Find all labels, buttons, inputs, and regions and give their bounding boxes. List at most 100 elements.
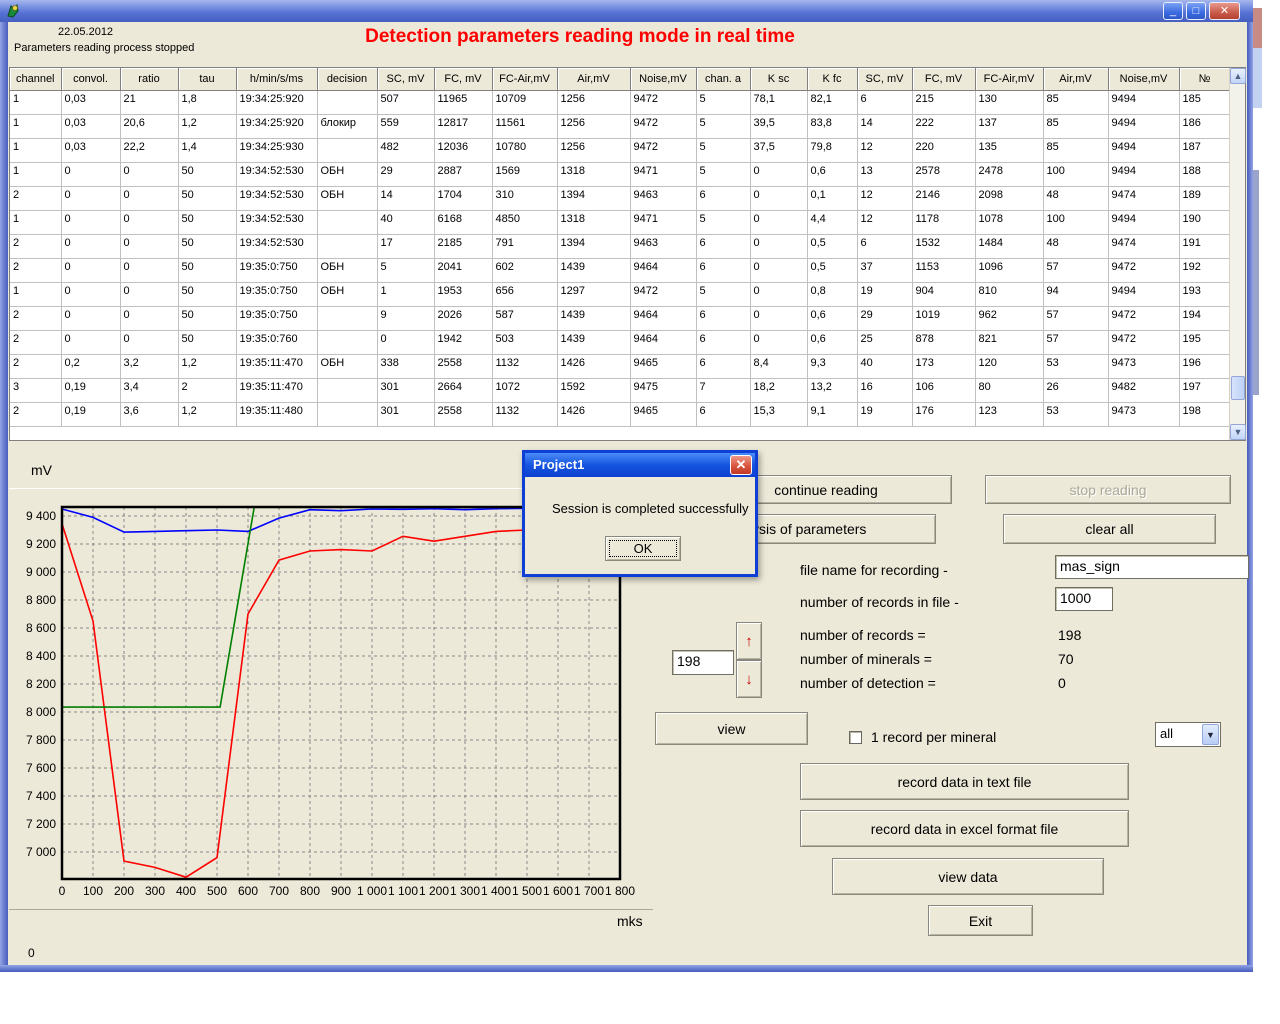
- record-text-file-button[interactable]: record data in text file: [800, 763, 1129, 800]
- table-cell: 9463: [630, 186, 696, 210]
- table-cell: 83,8: [807, 114, 857, 138]
- table-cell: 2185: [434, 234, 492, 258]
- table-cell: 4850: [492, 210, 557, 234]
- exit-button[interactable]: Exit: [928, 905, 1033, 936]
- column-header: Noise,mV: [630, 68, 696, 90]
- chevron-down-icon[interactable]: ▼: [1202, 724, 1219, 745]
- table-cell: 100: [1043, 162, 1108, 186]
- table-cell: 0: [750, 210, 807, 234]
- chart-tick-label: 700: [269, 884, 289, 898]
- table-row[interactable]: 1005019:34:52:530ОБН29288715691318947150…: [10, 162, 1230, 186]
- table-cell: 82,1: [807, 90, 857, 114]
- table-row[interactable]: 10,03211,819:34:25:920507119651070912569…: [10, 90, 1230, 114]
- table-cell: 310: [492, 186, 557, 210]
- chart-tick-label: 900: [331, 884, 351, 898]
- table-cell: 37,5: [750, 138, 807, 162]
- scroll-up-icon[interactable]: ▲: [1230, 68, 1246, 84]
- table-cell: 0: [120, 210, 178, 234]
- table-cell: 14: [377, 186, 434, 210]
- table-cell: 222: [912, 114, 975, 138]
- table-cell: 20,6: [120, 114, 178, 138]
- table-row[interactable]: 1005019:34:52:530406168485013189471504,4…: [10, 210, 1230, 234]
- table-cell: 1078: [975, 210, 1043, 234]
- table-cell: 9463: [630, 234, 696, 258]
- table-cell: 173: [912, 354, 975, 378]
- maximize-button[interactable]: □: [1186, 2, 1206, 20]
- vertical-scrollbar[interactable]: ▲ ▼: [1229, 68, 1245, 440]
- table-cell: 0: [120, 162, 178, 186]
- table-row[interactable]: 2005019:35:0:750ОБН5204160214399464600,5…: [10, 258, 1230, 282]
- table-cell: 2558: [434, 402, 492, 426]
- column-header: Air,mV: [557, 68, 630, 90]
- table-row[interactable]: 2005019:35:0:7600194250314399464600,6258…: [10, 330, 1230, 354]
- title-bar[interactable]: _ □ ✕: [0, 0, 1253, 22]
- records-in-file-label: number of records in file -: [800, 594, 959, 610]
- table-row[interactable]: 2005019:34:52:530ОБН14170431013949463600…: [10, 186, 1230, 210]
- table-cell: 12817: [434, 114, 492, 138]
- table-cell: 1569: [492, 162, 557, 186]
- table-row[interactable]: 10,0322,21,419:34:25:9304821203610780125…: [10, 138, 1230, 162]
- table-cell: 0,6: [807, 330, 857, 354]
- chart-tick-label: 7 600: [26, 761, 56, 775]
- records-in-file-input[interactable]: 1000: [1055, 587, 1113, 611]
- table-cell: 1: [10, 162, 61, 186]
- scrollbar-thumb[interactable]: [1231, 376, 1245, 400]
- close-button[interactable]: ✕: [1209, 2, 1240, 20]
- table-cell: 9474: [1108, 234, 1179, 258]
- table-row[interactable]: 20,23,21,219:35:11:470ОБН338255811321426…: [10, 354, 1230, 378]
- table-cell: ОБН: [317, 162, 377, 186]
- table-cell: 9472: [630, 138, 696, 162]
- table-row[interactable]: 30,193,4219:35:11:4703012664107215929475…: [10, 378, 1230, 402]
- table-row[interactable]: 10,0320,61,219:34:25:920блокир5591281711…: [10, 114, 1230, 138]
- table-cell: 19:34:25:930: [236, 138, 317, 162]
- table-cell: 220: [912, 138, 975, 162]
- table-cell: 0: [61, 282, 120, 306]
- table-cell: 1096: [975, 258, 1043, 282]
- one-record-per-mineral-label: 1 record per mineral: [871, 729, 996, 745]
- spin-up-button[interactable]: ↑: [736, 622, 762, 660]
- dialog-close-icon[interactable]: ✕: [730, 455, 752, 475]
- table-cell: [317, 210, 377, 234]
- table-cell: 50: [178, 282, 236, 306]
- chart-y-axis-label: mV: [31, 462, 52, 478]
- one-record-per-mineral-checkbox[interactable]: [849, 731, 862, 744]
- table-cell: 0,19: [61, 402, 120, 426]
- table-cell: 9,3: [807, 354, 857, 378]
- table-cell: 50: [178, 210, 236, 234]
- table-row[interactable]: 2005019:34:52:53017218579113949463600,56…: [10, 234, 1230, 258]
- table-cell: 0,8: [807, 282, 857, 306]
- chart-tick-label: 9 000: [26, 565, 56, 579]
- clear-all-button[interactable]: clear all: [1003, 514, 1216, 544]
- table-cell: ОБН: [317, 282, 377, 306]
- chart-tick-label: 1 700: [574, 884, 604, 898]
- minimize-button[interactable]: _: [1163, 2, 1183, 20]
- table-cell: 137: [975, 114, 1043, 138]
- filter-dropdown[interactable]: all ▼: [1155, 722, 1221, 747]
- scroll-down-icon[interactable]: ▼: [1230, 424, 1246, 440]
- dialog-ok-button[interactable]: OK: [605, 536, 681, 561]
- record-index-input[interactable]: 198: [672, 650, 734, 675]
- table-cell: 39,5: [750, 114, 807, 138]
- table-cell: 0: [120, 234, 178, 258]
- view-button[interactable]: view: [655, 712, 808, 745]
- table-cell: 0: [120, 330, 178, 354]
- spin-down-button[interactable]: ↓: [736, 660, 762, 698]
- view-data-button[interactable]: view data: [832, 858, 1104, 895]
- table-cell: 0: [61, 162, 120, 186]
- record-excel-file-button[interactable]: record data in excel format file: [800, 810, 1129, 847]
- data-grid[interactable]: channelconvol.ratiotauh/min/s/msdecision…: [9, 67, 1246, 441]
- table-cell: 2026: [434, 306, 492, 330]
- table-cell: 0,5: [807, 234, 857, 258]
- table-row[interactable]: 2005019:35:0:7509202658714399464600,6291…: [10, 306, 1230, 330]
- table-cell: 0: [61, 234, 120, 258]
- table-row[interactable]: 20,193,61,219:35:11:48030125581132142694…: [10, 402, 1230, 426]
- dialog-title-bar[interactable]: Project1: [525, 453, 755, 477]
- stop-reading-button[interactable]: stop reading: [985, 475, 1231, 504]
- chart-tick-label: 7 800: [26, 733, 56, 747]
- table-cell: 0,2: [61, 354, 120, 378]
- table-cell: [317, 378, 377, 402]
- table-cell: 656: [492, 282, 557, 306]
- table-cell: 0: [750, 330, 807, 354]
- table-row[interactable]: 1005019:35:0:750ОБН1195365612979472500,8…: [10, 282, 1230, 306]
- file-name-input[interactable]: mas_sign: [1055, 555, 1249, 579]
